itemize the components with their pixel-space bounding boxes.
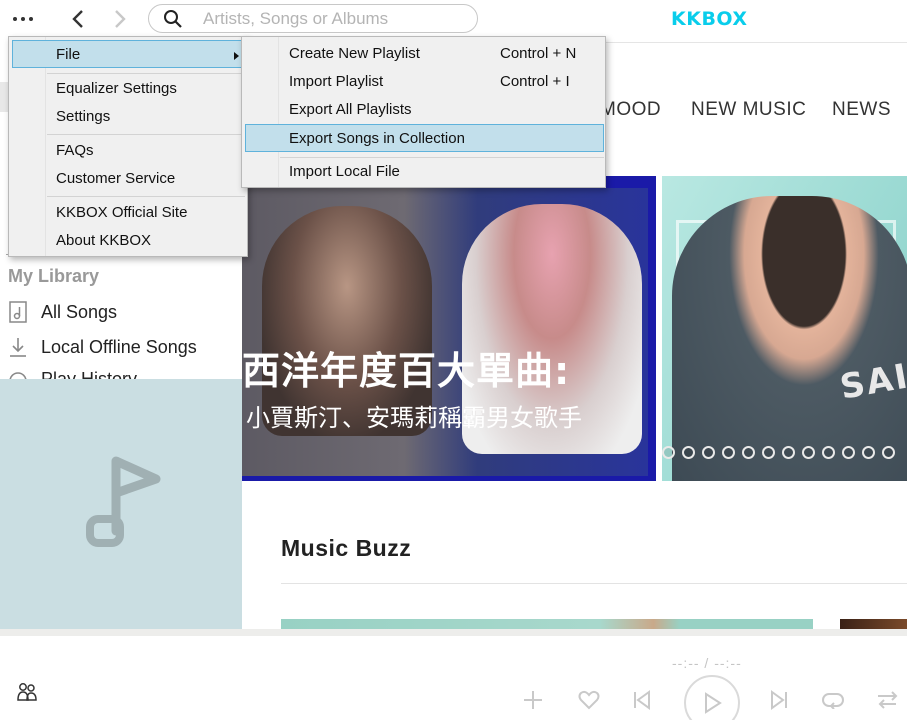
menu-item-create-new-playlist[interactable]: Create New Playlist Control + N <box>245 42 602 68</box>
library-title: My Library <box>8 266 100 286</box>
menu-item-label: Equalizer Settings <box>56 80 177 97</box>
carousel-dot[interactable] <box>842 446 855 459</box>
file-submenu: Create New Playlist Control + N Import P… <box>241 36 606 188</box>
more-options-icon[interactable] <box>8 8 38 30</box>
carousel-dot[interactable] <box>882 446 895 459</box>
play-button[interactable] <box>684 675 740 720</box>
carousel-dot[interactable] <box>662 446 675 459</box>
repeat-icon[interactable] <box>819 688 847 712</box>
menu-item-official-site[interactable]: KKBOX Official Site <box>12 201 244 227</box>
forward-arrow-icon[interactable] <box>106 6 134 32</box>
menu-item-label: Export Songs in Collection <box>289 130 465 147</box>
menu-item-label: Settings <box>56 108 111 125</box>
history-icon <box>6 369 30 379</box>
menu-item-label: FAQs <box>56 142 94 159</box>
menu-item-export-all-playlists[interactable]: Export All Playlists <box>245 98 602 124</box>
kkbox-app-window: KKBOX My Library All Songs Local Offline… <box>0 0 907 720</box>
music-buzz-card[interactable] <box>281 619 813 629</box>
carousel-dot[interactable] <box>822 446 835 459</box>
menu-item-label: Export All Playlists <box>289 101 412 118</box>
download-icon <box>6 335 30 359</box>
sidebar-item-label: Local Offline Songs <box>41 336 197 357</box>
sidebar-selection-marker <box>0 82 8 112</box>
menu-item-import-local-file[interactable]: Import Local File <box>245 160 602 186</box>
search-input[interactable] <box>203 8 463 29</box>
menu-item-faqs[interactable]: FAQs <box>12 139 244 165</box>
add-icon[interactable] <box>521 688 545 712</box>
tab-mood[interactable]: MOOD <box>600 99 661 121</box>
back-arrow-icon[interactable] <box>64 6 92 32</box>
carousel-dot[interactable] <box>702 446 715 459</box>
carousel-dot[interactable] <box>802 446 815 459</box>
featured-banner-secondary[interactable]: SAI <box>662 176 907 481</box>
context-menu: File Equalizer Settings Settings FAQs Cu… <box>8 36 248 257</box>
menu-separator <box>47 196 245 197</box>
menu-item-label: Import Local File <box>289 163 400 180</box>
now-playing-artwork-placeholder <box>0 379 242 629</box>
menu-item-customer-service[interactable]: Customer Service <box>12 167 244 193</box>
banner-subline: 小賈斯汀、安瑪莉稱霸男女歌手 <box>246 404 582 432</box>
featured-banner-primary[interactable]: 西洋年度百大單曲: 小賈斯汀、安瑪莉稱霸男女歌手 <box>242 176 656 481</box>
menu-item-settings[interactable]: Settings <box>12 105 244 131</box>
heart-icon[interactable] <box>577 688 601 712</box>
player-bar: --:-- / --:-- <box>0 629 907 720</box>
music-buzz-card[interactable] <box>840 619 907 629</box>
menu-item-export-songs-in-collection[interactable]: Export Songs in Collection <box>245 124 604 152</box>
shuffle-icon[interactable] <box>874 688 902 712</box>
search-box[interactable] <box>148 4 478 33</box>
search-icon <box>164 9 182 28</box>
carousel-pagination <box>662 446 907 460</box>
play-icon <box>705 692 722 714</box>
tab-new-music[interactable]: NEW MUSIC <box>691 99 806 121</box>
menu-item-shortcut: Control + N <box>500 45 577 62</box>
menu-item-file[interactable]: File <box>12 40 244 68</box>
next-icon[interactable] <box>767 688 791 712</box>
top-bar: KKBOX <box>0 0 907 40</box>
menu-separator <box>47 73 245 74</box>
menu-item-import-playlist[interactable]: Import Playlist Control + I <box>245 70 602 96</box>
banner-headline: 西洋年度百大單曲: <box>242 349 571 393</box>
previous-icon[interactable] <box>630 688 654 712</box>
tab-news[interactable]: NEWS <box>832 99 891 121</box>
menu-separator <box>47 134 245 135</box>
sidebar-item-local-offline-songs[interactable]: Local Offline Songs <box>6 333 197 361</box>
sidebar-item-label: Play History <box>41 369 138 379</box>
section-divider <box>281 583 907 584</box>
menu-item-label: File <box>56 46 81 63</box>
submenu-arrow-icon <box>234 52 239 60</box>
banner-artist-photo <box>672 196 907 481</box>
menu-item-label: About KKBOX <box>56 232 152 249</box>
friends-icon[interactable] <box>14 680 40 704</box>
menu-item-equalizer-settings[interactable]: Equalizer Settings <box>12 77 244 103</box>
menu-item-label: Create New Playlist <box>289 45 420 62</box>
carousel-dot[interactable] <box>682 446 695 459</box>
menu-item-about[interactable]: About KKBOX <box>12 229 244 255</box>
kkbox-logo: KKBOX <box>671 8 748 30</box>
menu-item-label: Customer Service <box>56 170 176 187</box>
menu-item-label: KKBOX Official Site <box>56 204 188 221</box>
menu-item-label: Import Playlist <box>289 73 384 90</box>
music-note-icon <box>86 456 161 547</box>
sidebar-item-label: All Songs <box>41 301 118 322</box>
music-file-icon <box>6 300 30 324</box>
carousel-dot[interactable] <box>722 446 735 459</box>
sidebar-item-play-history[interactable]: Play History <box>6 369 137 379</box>
menu-item-shortcut: Control + I <box>500 73 570 90</box>
section-title-music-buzz: Music Buzz <box>281 535 412 561</box>
carousel-dot[interactable] <box>742 446 755 459</box>
menu-separator <box>280 157 604 158</box>
carousel-dot[interactable] <box>762 446 775 459</box>
carousel-dot[interactable] <box>862 446 875 459</box>
playback-time: --:-- / --:-- <box>672 655 742 671</box>
carousel-dot[interactable] <box>782 446 795 459</box>
sidebar-item-all-songs[interactable]: All Songs <box>6 298 117 326</box>
